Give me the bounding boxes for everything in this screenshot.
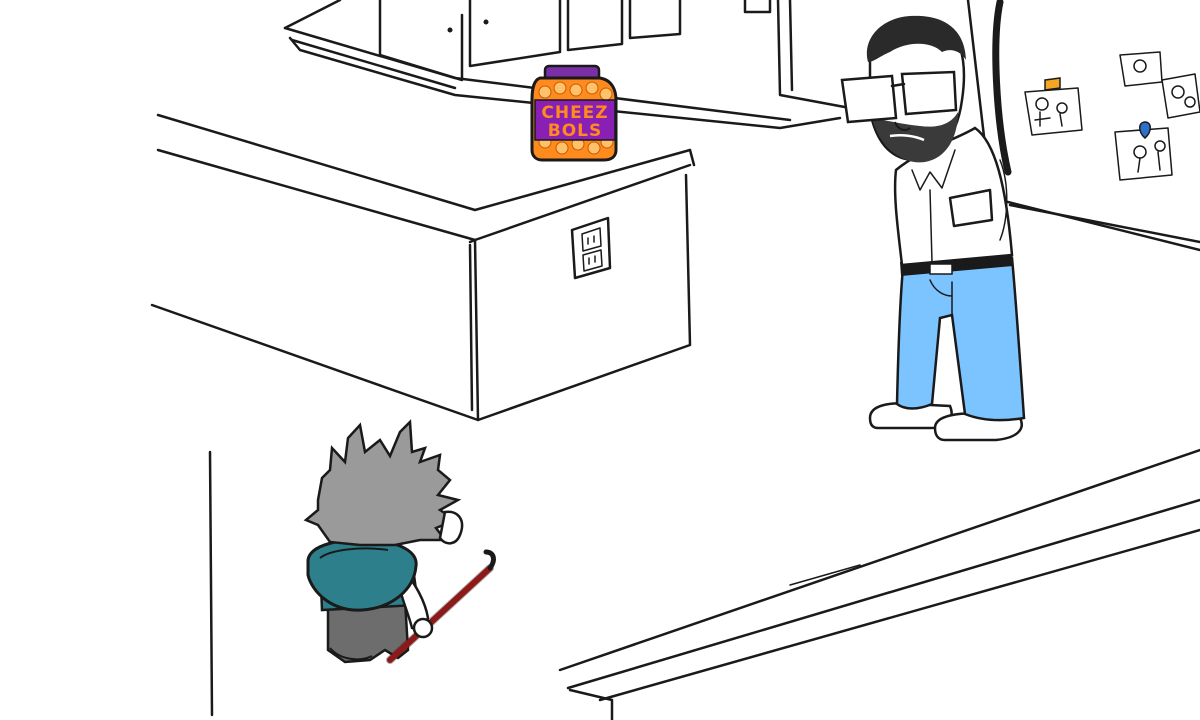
jar-label-line1: CHEEZ — [541, 103, 608, 123]
jeans — [895, 256, 1026, 422]
fridge-magnet-icon — [1044, 77, 1061, 91]
fridge-handle — [992, 0, 1012, 176]
cabinet-knob — [447, 27, 453, 33]
fridge-magnet-icon — [1139, 121, 1151, 139]
game-scene: CHEEZ BOLS — [0, 0, 1200, 720]
electrical-outlet-icon — [570, 216, 612, 280]
fridge-drawing — [1119, 51, 1200, 119]
fridge-drawing — [1024, 87, 1083, 136]
belt-buckle — [929, 263, 953, 275]
kid-ear — [438, 510, 464, 545]
kid-hand — [412, 617, 434, 639]
snack-jar: CHEEZ BOLS — [530, 64, 618, 162]
kid-hair — [303, 419, 462, 547]
kitchen-scene-art: CHEEZ BOLS — [150, 0, 1200, 720]
kitchen-island — [150, 113, 696, 422]
kid-character — [303, 419, 496, 664]
cabinet-knob — [483, 19, 489, 25]
jar-label-line2: BOLS — [548, 121, 603, 141]
